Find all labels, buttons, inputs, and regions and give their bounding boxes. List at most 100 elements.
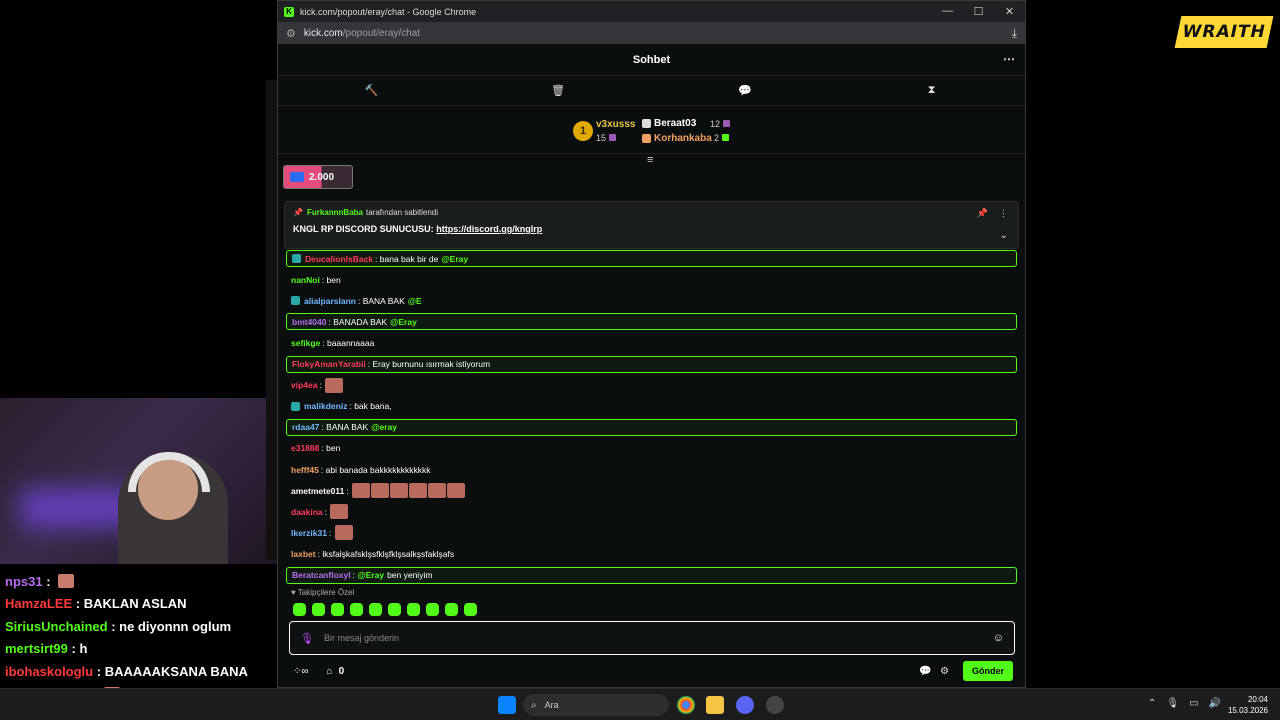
close-button[interactable]: ✕ (994, 5, 1025, 18)
quick-emote-icon[interactable] (312, 603, 325, 616)
chat-username[interactable]: ametmete011 (291, 486, 344, 496)
network-icon[interactable]: ▭ (1189, 698, 1198, 709)
chat-input-box[interactable]: 🎙 ☺ (289, 621, 1015, 655)
emote-icon[interactable] (352, 483, 371, 499)
maximize-button[interactable]: ☐ (963, 5, 994, 18)
chat-mention[interactable]: @E (408, 296, 422, 306)
chat-message[interactable]: vip4ea: (286, 377, 1017, 394)
emote-icon[interactable] (334, 525, 353, 541)
pinned-more-icon[interactable]: ⋮ (999, 208, 1008, 219)
chat-username[interactable]: sefikge (291, 338, 320, 348)
mic-icon[interactable]: 🎙 (300, 632, 314, 645)
file-explorer-icon[interactable] (706, 696, 724, 714)
tray-chevron-icon[interactable]: ⌃ (1148, 698, 1156, 709)
chat-username[interactable]: nanNoi (291, 275, 320, 285)
ban-hammer-icon[interactable]: 🔨 (361, 84, 381, 97)
chat-username[interactable]: FlokyAmanYarabii (292, 359, 366, 369)
windows-start-icon[interactable] (498, 696, 516, 714)
quick-emote-icon[interactable] (464, 603, 477, 616)
chat-username[interactable]: daakina (291, 507, 323, 517)
send-button[interactable]: Gönder (962, 661, 1013, 681)
leader-1-name[interactable]: v3xusss (596, 119, 635, 130)
chat-input[interactable] (323, 633, 993, 643)
site-settings-icon[interactable]: ⚙ (286, 27, 296, 40)
leader-3-name[interactable]: Korhankaba (654, 133, 712, 144)
emote-icon[interactable] (330, 504, 349, 520)
emoji-picker-icon[interactable]: ☺ (993, 632, 1004, 644)
chat-mention[interactable]: @Eray (390, 317, 417, 327)
mic-tray-icon[interactable]: 🎙 (1166, 698, 1179, 709)
taskbar-search[interactable]: ⌕ Ara (523, 694, 669, 716)
discord-icon[interactable] (736, 696, 754, 714)
quick-emote-icon[interactable] (445, 603, 458, 616)
chat-message[interactable]: DeucalionIsBack: bana bak bir de @Eray (286, 250, 1017, 267)
slow-mode-icon[interactable]: ⧗ (922, 84, 942, 97)
quick-emote-icon[interactable] (369, 603, 382, 616)
quick-emote-icon[interactable] (426, 603, 439, 616)
chat-message[interactable]: lkerzik31: (286, 524, 1017, 541)
expand-leaderboard-icon[interactable]: ≡ (647, 154, 653, 166)
minimize-button[interactable]: — (932, 5, 963, 18)
chat-username[interactable]: rdaa47 (292, 422, 319, 432)
quick-emote-icon[interactable] (407, 603, 420, 616)
chat-username[interactable]: bmt4040 (292, 317, 327, 327)
chat-mode-icon[interactable]: 💬 (735, 84, 755, 97)
channel-points-icon[interactable]: ⁘∞ (293, 666, 309, 677)
clock[interactable]: 20:04 15.03.2026 (1226, 694, 1268, 716)
app-icon[interactable] (766, 696, 784, 714)
pinned-by-user[interactable]: FurkannnBaba (307, 208, 363, 217)
chat-message[interactable]: daakina: (286, 503, 1017, 520)
chat-username[interactable]: laxbet (291, 549, 316, 559)
emote-icon[interactable] (325, 377, 344, 393)
chat-username[interactable]: alialparslann (304, 296, 356, 306)
chat-mention[interactable]: @Eray (441, 254, 468, 264)
chat-message[interactable]: Beratcanfloxyl: @Eray ben yeniyim (286, 566, 1017, 584)
chat-mention[interactable]: @eray (371, 422, 397, 432)
chat-bubble-icon[interactable]: 💬 (919, 666, 931, 677)
chat-message[interactable]: laxbet: lksfalşkafsklşsfklşfklşsalkşsfak… (286, 545, 1017, 562)
chat-username[interactable]: DeucalionIsBack (305, 254, 373, 264)
emote-icon[interactable] (409, 483, 428, 499)
chevron-down-icon[interactable]: ⌄ (1000, 230, 1008, 241)
leader-2-name[interactable]: Beraat03 (654, 118, 696, 129)
pinned-link[interactable]: https://discord.gg/knglrp (436, 224, 542, 234)
chat-message[interactable]: FlokyAmanYarabii: Eray burnunu ısırmak i… (286, 355, 1017, 373)
chrome-icon[interactable] (677, 696, 695, 714)
quick-emote-icon[interactable] (350, 603, 363, 616)
clear-chat-icon[interactable]: 🗑 (548, 84, 568, 97)
sub-goal-bar[interactable]: 2.000 (283, 165, 353, 189)
chat-username[interactable]: hefff45 (291, 465, 319, 475)
chat-message[interactable]: e31888: ben (286, 440, 1017, 457)
chat-message[interactable]: ametmete011: (286, 482, 1017, 499)
chat-username[interactable]: Beratcanfloxyl (292, 570, 351, 580)
emote-icon[interactable] (371, 483, 390, 499)
emote-icon[interactable] (447, 483, 466, 499)
chat-message[interactable]: rdaa47: BANA BAK @eray (286, 418, 1017, 436)
chat-username[interactable]: vip4ea (291, 380, 317, 390)
chat-message[interactable]: hefff45: abi banada bakkkkkkkkkkkk (286, 461, 1017, 478)
chat-message[interactable]: sefikge: baaannaaaa (286, 334, 1017, 351)
chat-username[interactable]: e31888 (291, 443, 319, 453)
unpin-icon[interactable]: 📌 (977, 208, 988, 219)
emote-icon[interactable] (428, 483, 447, 499)
download-icon[interactable]: ⤓ (1012, 26, 1017, 41)
more-options-icon[interactable]: ⋯ (1003, 52, 1015, 66)
volume-icon[interactable]: 🔊 (1209, 698, 1221, 709)
settings-gear-icon[interactable]: ⚙ (940, 666, 949, 677)
chat-message[interactable]: malikdeniz: bak bana, (286, 398, 1017, 415)
chat-mention[interactable]: @Eray (357, 570, 384, 580)
quick-emote-icon[interactable] (388, 603, 401, 616)
address-bar[interactable]: ⚙ kick.com/popout/eray/chat ⤓ (278, 22, 1025, 44)
chat-username[interactable]: malikdeniz (304, 401, 347, 411)
chat-message[interactable]: bmt4040: BANADA BAK @Eray (286, 313, 1017, 331)
pinned-message[interactable]: 📌 FurkannnBaba tarafından sabitlendi KNG… (284, 201, 1019, 249)
leader-3-count-value: 2 (714, 133, 720, 143)
quick-emote-icon[interactable] (331, 603, 344, 616)
chat-message[interactable]: nanNoi: ben (286, 271, 1017, 288)
quick-emote-icon[interactable] (293, 603, 306, 616)
chat-message[interactable]: alialparslann: BANA BAK @E (286, 292, 1017, 309)
gift-box-icon[interactable]: ⌂ (327, 666, 333, 677)
rank-3-icon (642, 134, 651, 143)
emote-icon[interactable] (390, 483, 409, 499)
chat-username[interactable]: lkerzik31 (291, 528, 327, 538)
